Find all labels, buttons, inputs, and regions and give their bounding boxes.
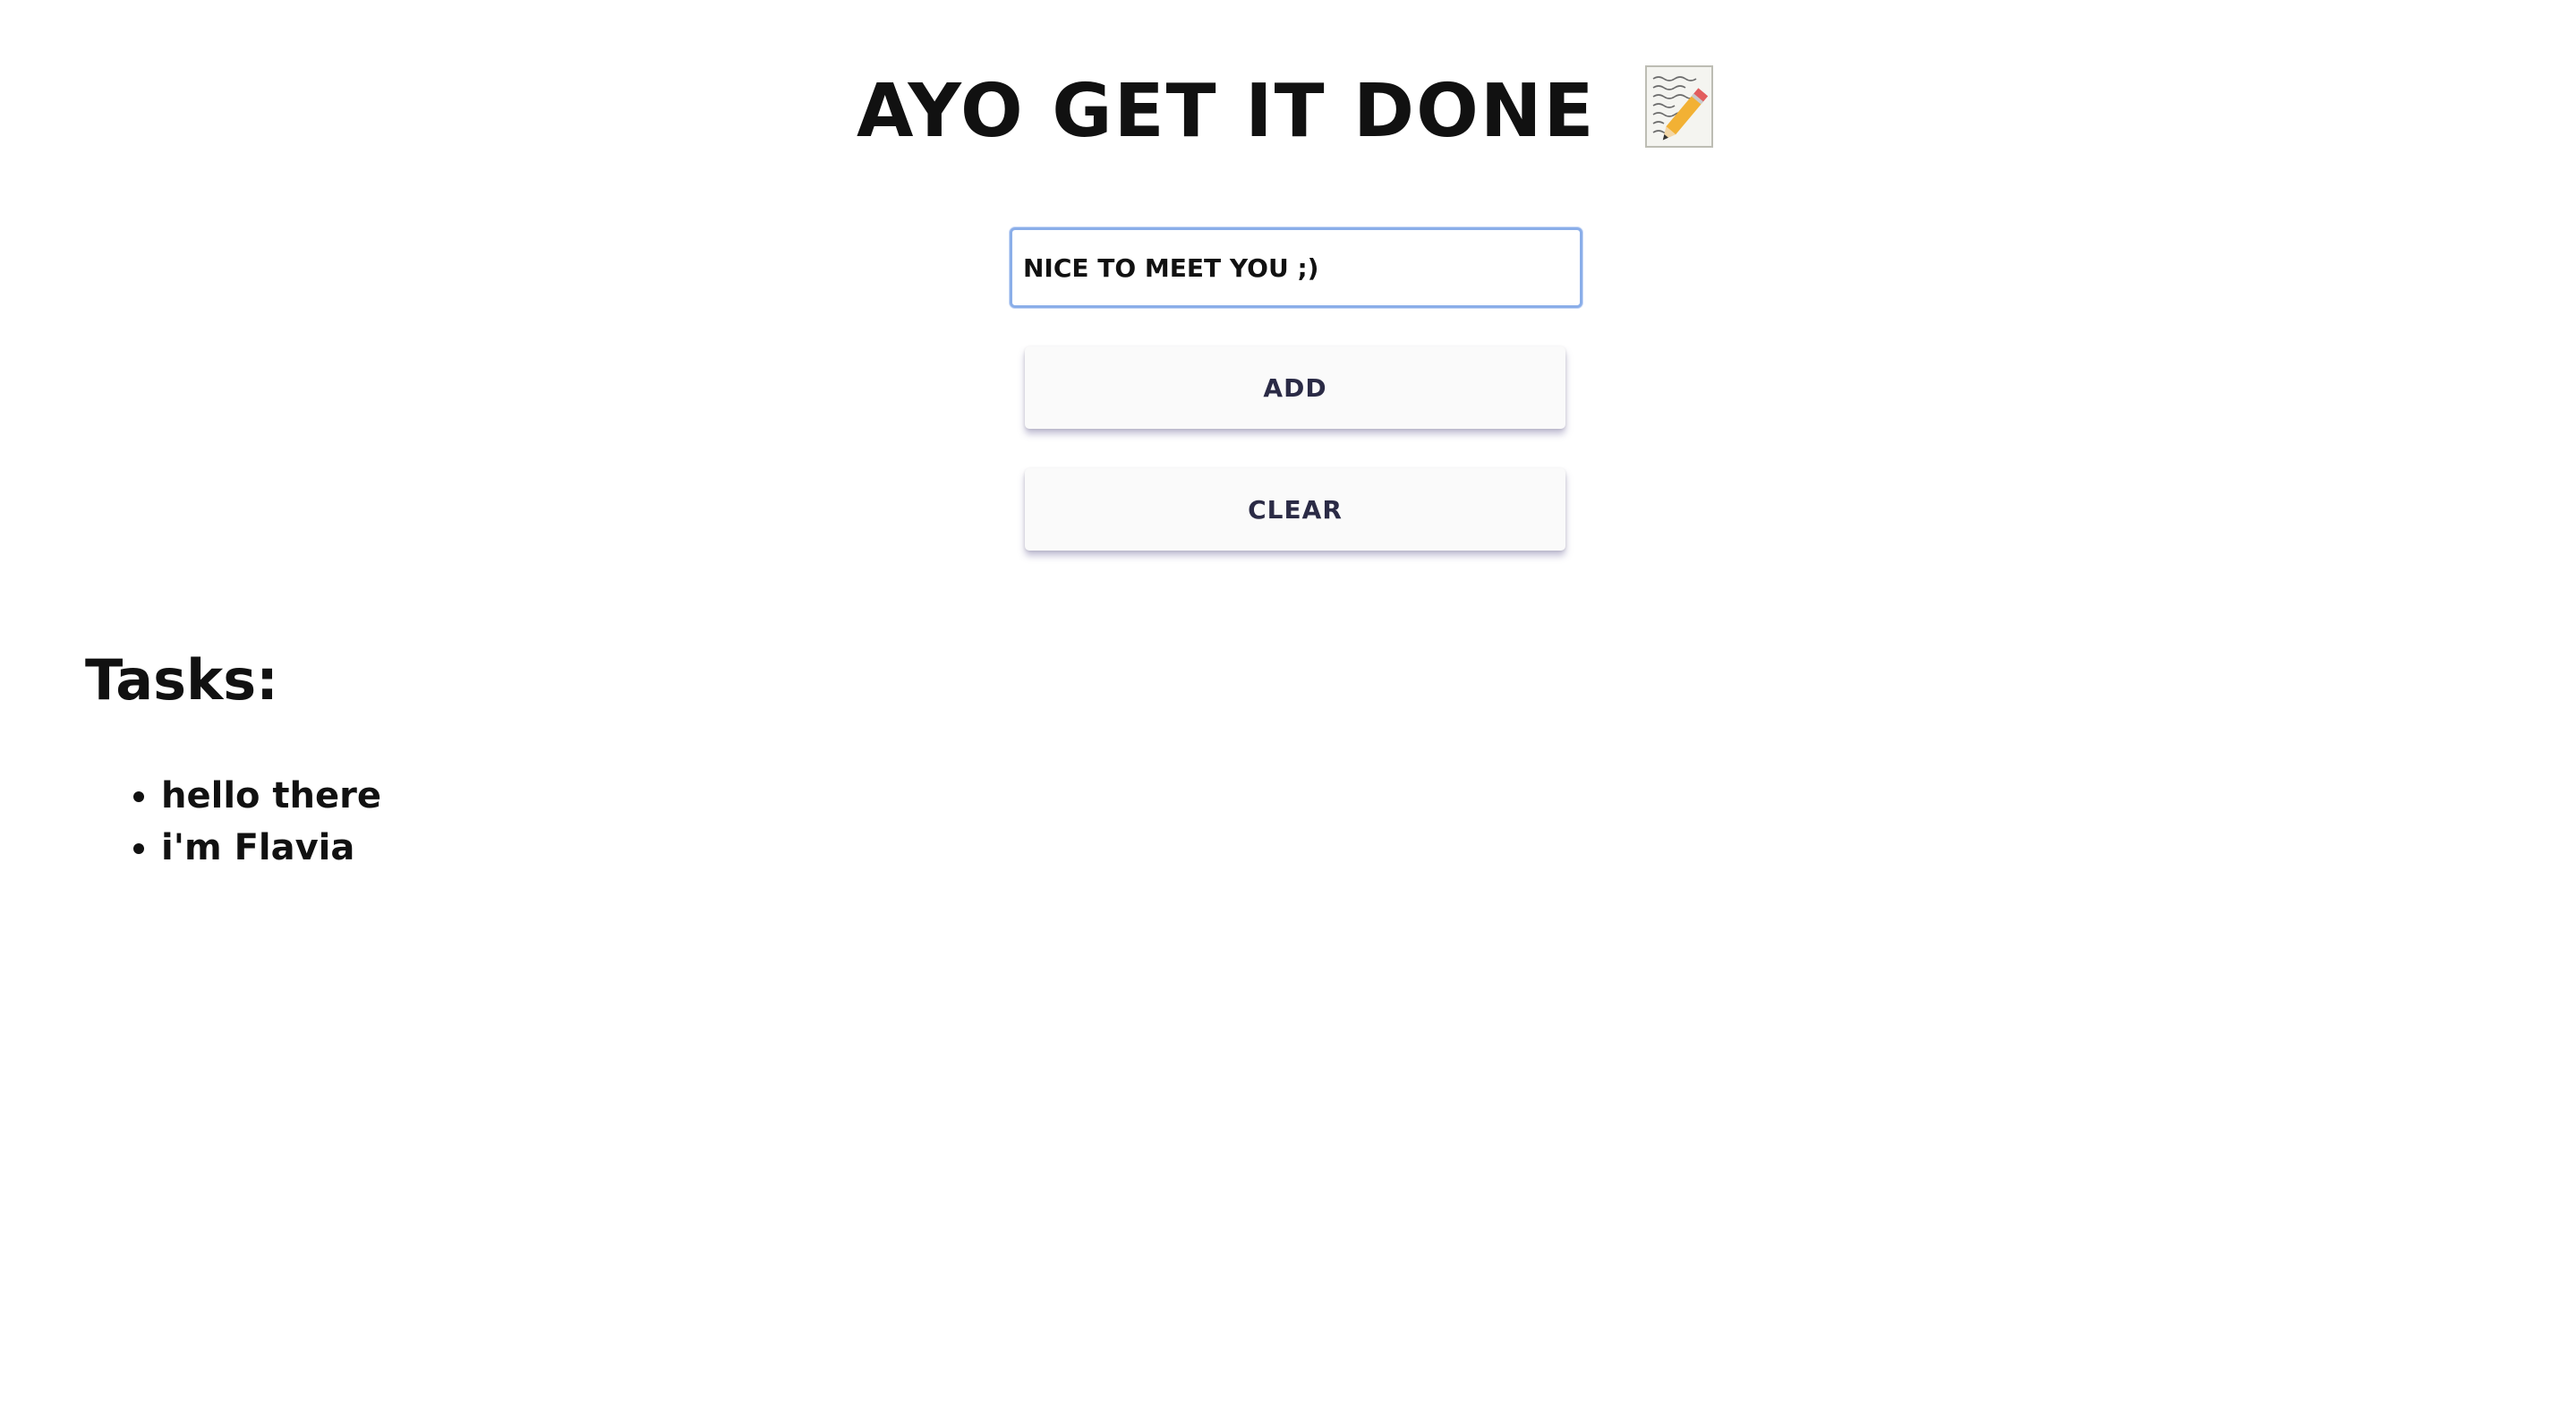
page-title-text: Ayo get it done [856, 69, 1596, 154]
task-list: hello there i'm Flavia [85, 770, 381, 874]
task-input[interactable] [1010, 227, 1582, 308]
memo-pencil-icon [1644, 64, 1719, 150]
clear-button[interactable]: Clear [1025, 468, 1565, 551]
add-button[interactable]: Add [1025, 346, 1565, 429]
tasks-heading: Tasks: [85, 647, 278, 713]
task-item: i'm Flavia [161, 822, 381, 874]
page-title: Ayo get it done [0, 54, 2576, 170]
task-item: hello there [161, 770, 381, 822]
